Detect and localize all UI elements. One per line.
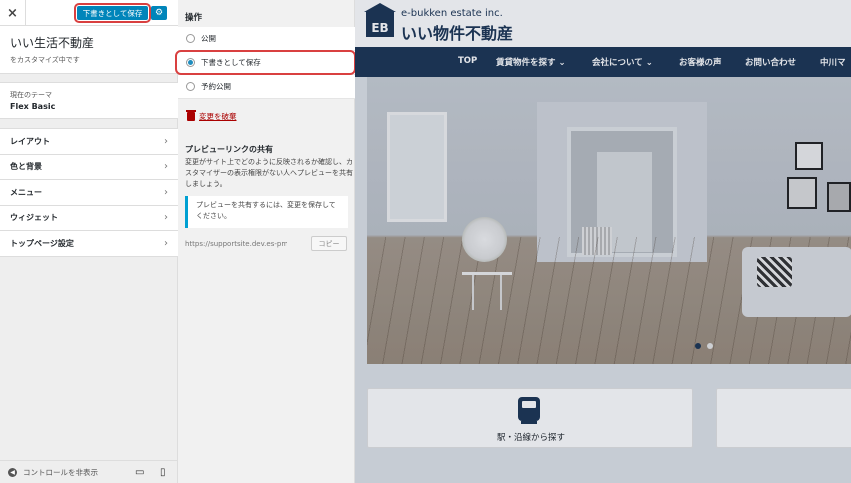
section-label: 色と背景 <box>10 162 42 172</box>
discard-label: 変更を破棄 <box>199 112 237 121</box>
chevron-right-icon: › <box>164 135 168 147</box>
hero-window <box>387 112 447 222</box>
chevron-right-icon: › <box>164 186 168 198</box>
site-header: EB e-bukken estate inc. いい物件不動産 <box>355 0 851 47</box>
nav-item-more[interactable]: 中川マ <box>820 56 846 68</box>
share-description: 変更がサイト上でどのように反映されるか確認し、カスタマイザーの表示権限がない人へ… <box>185 158 353 188</box>
share-notice: プレビューを共有するには、変更を保存してください。 <box>185 196 348 228</box>
section-label: ウィジェット <box>10 213 58 223</box>
desktop-preview-icon[interactable]: ▭ <box>135 467 144 478</box>
site-navigation: TOP 賃貸物件を探す ⌄ 会社について ⌄ お客様の声 お問い合わせ 中川マ <box>355 47 851 77</box>
section-colors[interactable]: 色と背景 › <box>0 155 178 180</box>
nav-item-contact[interactable]: お問い合わせ <box>745 56 796 68</box>
section-label: メニュー <box>10 187 42 197</box>
hero-table-legs <box>472 275 502 310</box>
gear-icon[interactable]: ⚙ <box>151 6 167 20</box>
search-card[interactable] <box>716 388 851 448</box>
hero-frame <box>827 182 851 212</box>
hero-flowers <box>462 217 507 262</box>
discard-changes-link[interactable]: 変更を破棄 <box>186 110 237 122</box>
option-publish[interactable]: 公開 <box>178 27 355 51</box>
section-label: レイアウト <box>10 136 50 146</box>
site-preview: EB e-bukken estate inc. いい物件不動産 TOP 賃貸物件… <box>355 0 851 483</box>
hero-frame <box>795 142 823 170</box>
share-url-field[interactable]: https://supportsite.dev.es-pm.co <box>185 237 287 248</box>
nav-item-top[interactable]: TOP <box>458 56 477 66</box>
mobile-preview-icon[interactable]: ▯ <box>160 467 166 478</box>
save-button-highlight <box>74 3 151 23</box>
logo-icon[interactable]: EB <box>364 3 396 37</box>
chevron-right-icon: › <box>164 212 168 224</box>
option-label: 予約公開 <box>201 82 231 91</box>
publish-heading: 操作 <box>185 13 203 23</box>
hero-image <box>367 77 851 364</box>
chevron-right-icon: › <box>164 161 168 173</box>
current-theme-block: 現在のテーマ Flex Basic <box>0 82 178 119</box>
collapse-label[interactable]: コントロールを非表示 <box>23 467 98 478</box>
chevron-right-icon: › <box>164 237 168 249</box>
copy-button[interactable]: コピー <box>311 236 347 251</box>
nav-item-rentals[interactable]: 賃貸物件を探す ⌄ <box>496 56 566 68</box>
customizer-footer: ◀ コントロールを非表示 ▭ ▯ <box>0 460 178 483</box>
card-label: 駅・沿線から探す <box>496 433 565 443</box>
logo-title[interactable]: いい物件不動産 <box>401 20 513 44</box>
site-title: いい生活不動産 <box>10 36 95 50</box>
nav-item-voices[interactable]: お客様の声 <box>679 56 722 68</box>
section-label: トップページ設定 <box>10 238 74 248</box>
hero-pillow <box>757 257 792 287</box>
section-front-page[interactable]: トップページ設定 › <box>0 231 178 257</box>
draft-option-highlight <box>175 50 356 75</box>
trash-icon <box>186 110 196 121</box>
customizer-sections: レイアウト › 色と背景 › メニュー › ウィジェット › トップページ設定 › <box>0 128 178 257</box>
option-label: 公開 <box>201 34 216 43</box>
logo-subtitle: e-bukken estate inc. <box>401 8 503 19</box>
slider-dot[interactable] <box>707 343 713 349</box>
hero-frame <box>787 177 817 209</box>
theme-label: 現在のテーマ <box>10 91 52 99</box>
site-title-block: いい生活不動産 をカスタマイズ中です <box>0 26 178 74</box>
option-schedule[interactable]: 予約公開 <box>178 75 355 99</box>
section-widgets[interactable]: ウィジェット › <box>0 206 178 231</box>
theme-name: Flex Basic <box>10 102 56 111</box>
slider-dot-active[interactable] <box>695 343 701 349</box>
train-icon <box>518 397 540 424</box>
nav-item-company[interactable]: 会社について ⌄ <box>592 56 653 68</box>
collapse-icon[interactable]: ◀ <box>8 467 17 477</box>
search-by-station-card[interactable]: 駅・沿線から探す <box>367 388 693 448</box>
customizer-sidebar: × 下書きとして保存 ⚙ いい生活不動産 をカスタマイズ中です 現在のテーマ F… <box>0 0 178 483</box>
radio-button[interactable] <box>186 34 195 43</box>
section-menus[interactable]: メニュー › <box>0 180 178 206</box>
radio-button[interactable] <box>186 82 195 91</box>
share-heading: プレビューリンクの共有 <box>185 145 273 154</box>
customizing-label: をカスタマイズ中です <box>10 56 80 64</box>
close-icon[interactable]: × <box>0 0 26 26</box>
section-layout[interactable]: レイアウト › <box>0 129 178 155</box>
